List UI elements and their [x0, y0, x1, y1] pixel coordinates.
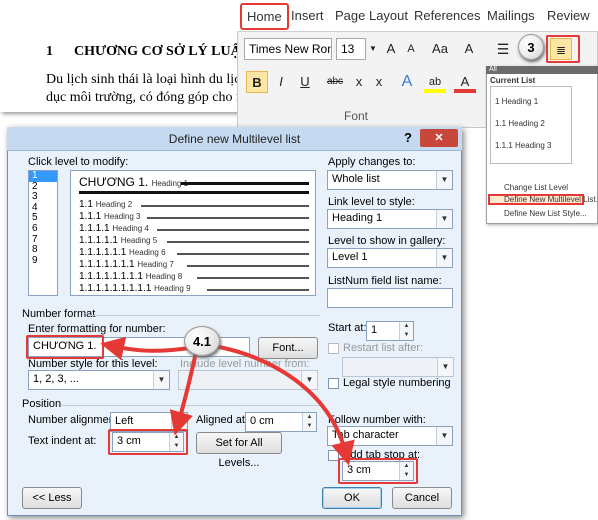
- arrow-to-format: [100, 336, 191, 361]
- step-3-badge: 3: [518, 34, 544, 60]
- arrow-to-indent: [169, 351, 198, 436]
- step-4-1-badge: 4.1: [184, 326, 220, 356]
- arrow-to-tabstop: [213, 344, 355, 466]
- annotation-arrows: [100, 336, 355, 466]
